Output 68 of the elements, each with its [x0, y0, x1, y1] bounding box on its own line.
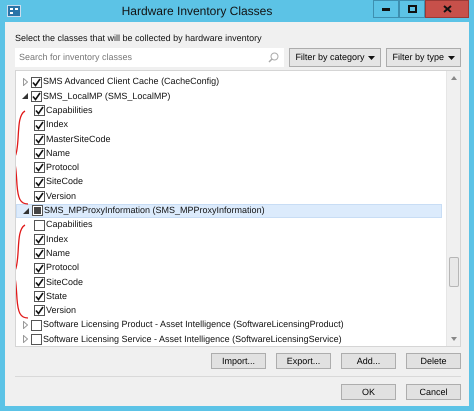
checkbox[interactable] [34, 134, 45, 145]
scrollbar[interactable] [446, 71, 460, 346]
property-label: SiteCode [46, 276, 84, 289]
class-label: Software Licensing Service - Asset Intelligence (SoftwareLicensingService) [43, 332, 342, 346]
dialog-button[interactable]: OK [341, 384, 396, 400]
maximize-icon [408, 5, 416, 13]
tree-row[interactable]: SMS_LocalMP (SMS_LocalMP) [16, 89, 446, 104]
class-label: SMS_LocalMP (SMS_LocalMP) [43, 90, 170, 103]
property-label: Name [46, 146, 70, 160]
dialog-button[interactable]: Cancel [406, 384, 461, 400]
property-label: State [46, 290, 68, 303]
app-icon [7, 4, 21, 17]
scroll-up-icon[interactable] [450, 76, 456, 80]
checkbox[interactable] [34, 291, 45, 302]
checkbox[interactable] [31, 90, 42, 102]
property-label: Index [46, 232, 68, 246]
tree-row[interactable]: Software Licensing Product - Asset Intelligence (SoftwareLicensingProduct) [16, 318, 446, 332]
class-label: SMS Advanced Client Cache (CacheConfig) [43, 75, 220, 88]
maximize-button[interactable] [399, 0, 425, 18]
checkbox[interactable] [34, 220, 45, 231]
tree-row[interactable]: SMS Advanced Client Cache (CacheConfig) [16, 75, 446, 90]
checkbox[interactable] [31, 76, 42, 88]
filter-dropdown[interactable]: Filter by category [289, 48, 382, 67]
checkbox[interactable] [34, 191, 45, 202]
property-label: Capabilities [46, 218, 93, 232]
checkbox[interactable] [34, 176, 45, 188]
property-label: Capabilities [46, 104, 93, 117]
action-button[interactable]: Delete [406, 353, 461, 369]
action-button[interactable]: Export... [276, 353, 331, 369]
action-button[interactable]: Import... [211, 353, 266, 369]
checkbox[interactable] [34, 305, 45, 316]
property-label: Version [46, 304, 76, 318]
property-label: Index [46, 118, 68, 132]
close-button[interactable] [425, 0, 469, 18]
checkbox[interactable] [34, 148, 45, 160]
class-label: SMS_MPProxyInformation (SMS_MPProxyInformation) [44, 204, 265, 218]
class-tree[interactable] [15, 70, 461, 347]
caret-icon [448, 56, 455, 60]
filter-dropdown[interactable]: Filter by type [386, 48, 461, 67]
checkbox[interactable] [34, 248, 45, 260]
window-title: Hardware Inventory Classes [120, 2, 274, 20]
property-label: Version [46, 190, 76, 203]
property-label: Protocol [46, 161, 80, 174]
caret-icon [368, 56, 376, 60]
tree-row[interactable]: Software Licensing Service - Asset Intelligence (SoftwareLicensingService) [16, 332, 446, 346]
property-label: SiteCode [46, 175, 84, 188]
class-label: Software Licensing Product - Asset Intelligence (SoftwareLicensingProduct) [43, 318, 344, 332]
minimize-icon [382, 8, 390, 10]
tree-row[interactable]: SMS_MPProxyInformation (SMS_MPProxyInformation) [16, 204, 442, 218]
scroll-thumb[interactable] [448, 257, 458, 287]
instruction-text: Select the classes that will be collected by hardware inventory [15, 32, 262, 45]
scroll-down-icon[interactable] [450, 337, 456, 341]
close-icon [442, 5, 452, 13]
minimize-button[interactable] [373, 0, 399, 18]
search-field[interactable]: Search for inventory classes [15, 48, 284, 67]
checkbox[interactable] [34, 262, 45, 274]
property-label: Name [46, 246, 70, 260]
action-button[interactable]: Add... [341, 353, 396, 369]
checkbox[interactable] [34, 276, 45, 288]
checkbox[interactable] [34, 234, 45, 245]
checkbox[interactable] [34, 120, 45, 131]
checkbox[interactable] [31, 334, 42, 345]
checkbox[interactable] [34, 105, 45, 116]
checkbox[interactable] [34, 162, 45, 174]
checkbox[interactable] [31, 320, 42, 331]
search-icon [268, 52, 280, 63]
property-label: MasterSiteCode [46, 132, 111, 146]
property-label: Protocol [46, 261, 80, 274]
